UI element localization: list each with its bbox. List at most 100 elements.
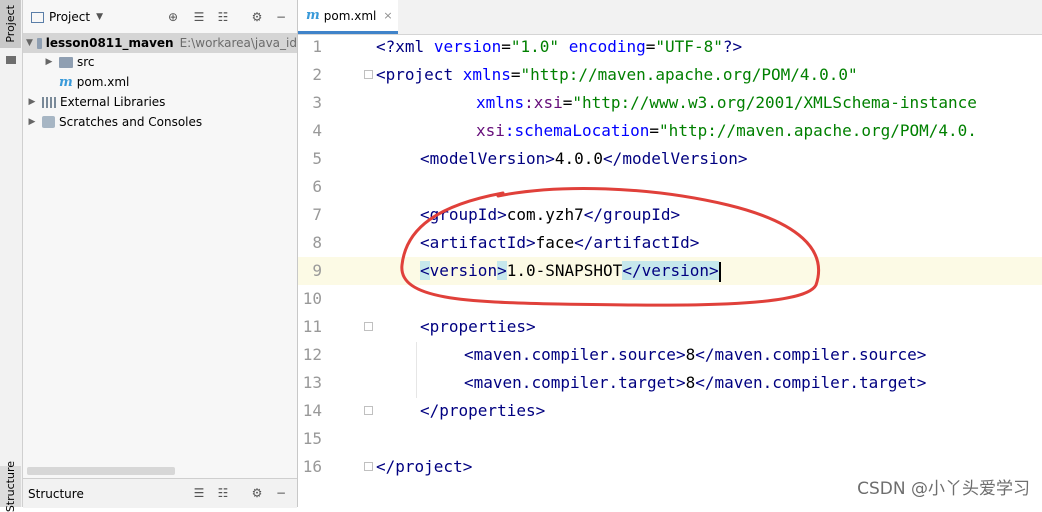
tag-name: modelVersion xyxy=(622,149,738,168)
gear-icon[interactable]: ⚙ xyxy=(249,485,265,501)
code-editor: m pom.xml × 1 <?xml version="1.0" encodi… xyxy=(298,0,1042,507)
tag-name: groupId xyxy=(429,205,498,224)
attr-name: xmlns xyxy=(462,65,511,84)
code-line[interactable]: 11 <properties> xyxy=(298,313,1042,341)
fold-marker-icon[interactable] xyxy=(364,322,373,331)
tree-item-pom[interactable]: m pom.xml xyxy=(55,72,129,92)
tag-value: 8 xyxy=(685,373,696,392)
tree-item-scratches[interactable]: ▶ Scratches and Consoles xyxy=(26,112,203,132)
tool-window-strip: Project Structure xyxy=(0,0,23,512)
line-number: 9 xyxy=(312,261,322,280)
structure-tool-tab[interactable]: Structure xyxy=(0,461,21,512)
tag-name: properties xyxy=(429,317,526,336)
tag-value: com.yzh7 xyxy=(506,205,584,224)
project-panel-title[interactable]: Project xyxy=(49,10,90,24)
module-path: E:\workarea\java_id xyxy=(179,36,297,50)
attr-namespace: xsi xyxy=(476,121,505,140)
tree-item-module[interactable]: ▼ lesson0811_maven E:\workarea\java_id xyxy=(23,33,297,53)
code-line[interactable]: 7 <groupId>com.yzh7</groupId> xyxy=(298,201,1042,229)
maven-icon: m xyxy=(59,74,73,90)
structure-panel-title: Structure xyxy=(28,486,84,501)
code-line[interactable]: 6 xyxy=(298,173,1042,201)
fold-marker-icon[interactable] xyxy=(364,462,373,471)
line-number: 1 xyxy=(312,37,322,56)
code-line[interactable]: 14 </properties> xyxy=(298,397,1042,425)
chevron-down-icon[interactable]: ▼ xyxy=(96,12,103,22)
tree-item-external-libraries[interactable]: ▶ External Libraries xyxy=(26,92,166,112)
line-number: 2 xyxy=(312,65,322,84)
minimize-icon[interactable]: − xyxy=(273,9,289,25)
xml-decl-open: <? xyxy=(376,37,396,56)
attr-value: "http://www.w3.org/2001/XMLSchema-instan… xyxy=(572,93,977,112)
tag-bracket: < xyxy=(376,65,386,84)
fold-marker-icon[interactable] xyxy=(364,70,373,79)
tag-name: groupId xyxy=(603,205,671,224)
tab-pom-xml[interactable]: m pom.xml × xyxy=(298,0,398,34)
minimize-icon[interactable]: − xyxy=(273,485,289,501)
line-number: 16 xyxy=(302,457,322,476)
chevron-right-icon[interactable]: ▶ xyxy=(43,57,55,67)
line-number: 6 xyxy=(312,177,322,196)
tag-name: project xyxy=(395,457,463,476)
tree-item-label: Scratches and Consoles xyxy=(59,115,203,129)
collapse-all-icon[interactable]: ☷ xyxy=(215,9,231,25)
code-line[interactable]: 8 <artifactId>face</artifactId> xyxy=(298,229,1042,257)
gear-icon[interactable]: ⚙ xyxy=(249,9,265,25)
attr-value: "1.0" xyxy=(510,37,560,56)
line-number: 5 xyxy=(312,149,322,168)
line-number: 7 xyxy=(312,205,322,224)
project-tool-tab[interactable]: Project xyxy=(0,0,21,48)
xml-decl-close: ?> xyxy=(722,37,743,56)
close-icon[interactable]: × xyxy=(383,9,392,22)
structure-panel-header: Structure ☰ ☷ ⚙ − xyxy=(23,478,297,508)
maven-icon: m xyxy=(306,8,320,23)
line-number: 3 xyxy=(312,93,322,112)
line-number: 11 xyxy=(302,317,322,336)
code-line[interactable]: 13 <maven.compiler.target>8</maven.compi… xyxy=(298,369,1042,397)
tag-name: maven.compiler.source xyxy=(473,345,676,364)
tag-name: version xyxy=(641,261,710,280)
folder-icon xyxy=(59,56,73,68)
module-folder-icon xyxy=(36,37,42,49)
code-line[interactable]: 5 <modelVersion>4.0.0</modelVersion> xyxy=(298,145,1042,173)
line-number: 15 xyxy=(302,429,322,448)
xml-decl-name: xml xyxy=(395,37,425,56)
horizontal-scrollbar[interactable] xyxy=(27,467,175,475)
chevron-down-icon[interactable]: ▼ xyxy=(26,38,33,48)
code-line[interactable]: 3 xmlns:xsi="http://www.w3.org/2001/XMLS… xyxy=(298,89,1042,117)
watermark: CSDN @小丫头爱学习 xyxy=(857,479,1030,499)
line-number: 8 xyxy=(312,233,322,252)
indent-guide xyxy=(416,342,417,398)
attr-value: "http://maven.apache.org/POM/4.0. xyxy=(659,121,977,140)
code-line[interactable]: 2 <project xmlns="http://maven.apache.or… xyxy=(298,61,1042,89)
line-number: 10 xyxy=(302,289,322,308)
structure-tool-tab-label: Structure xyxy=(4,460,17,512)
tag-value: 8 xyxy=(685,345,696,364)
library-icon xyxy=(42,96,56,108)
collapse-all-icon[interactable]: ☷ xyxy=(215,485,231,501)
tree-item-label: pom.xml xyxy=(76,75,130,89)
tree-item-src[interactable]: ▶ src xyxy=(43,52,95,72)
expand-all-icon[interactable]: ☰ xyxy=(191,9,207,25)
code-line[interactable]: 1 <?xml version="1.0" encoding="UTF-8"?> xyxy=(298,33,1042,61)
chevron-right-icon[interactable]: ▶ xyxy=(26,117,38,127)
code-line-current[interactable]: 9 <version>1.0-SNAPSHOT</version> xyxy=(298,257,1042,285)
tree-item-label: External Libraries xyxy=(60,95,166,109)
attr-value: "http://maven.apache.org/POM/4.0.0" xyxy=(520,65,858,84)
code-line[interactable]: 10 xyxy=(298,285,1042,313)
tag-value: face xyxy=(535,233,575,252)
chevron-right-icon[interactable]: ▶ xyxy=(26,97,38,107)
fold-marker-icon[interactable] xyxy=(364,406,373,415)
code-line[interactable]: 12 <maven.compiler.source>8</maven.compi… xyxy=(298,341,1042,369)
attr-name: version xyxy=(433,37,502,56)
tree-item-label: src xyxy=(77,55,95,69)
expand-all-icon[interactable]: ☰ xyxy=(191,485,207,501)
crosshair-icon[interactable]: ⊕ xyxy=(165,9,181,25)
code-line[interactable]: 15 xyxy=(298,425,1042,453)
line-number: 14 xyxy=(302,401,322,420)
code-line[interactable]: 4 xsi:schemaLocation="http://maven.apach… xyxy=(298,117,1042,145)
text-caret xyxy=(718,261,721,282)
folder-icon[interactable] xyxy=(6,56,16,64)
tag-name: artifactId xyxy=(593,233,690,252)
attr-name: encoding xyxy=(568,37,646,56)
